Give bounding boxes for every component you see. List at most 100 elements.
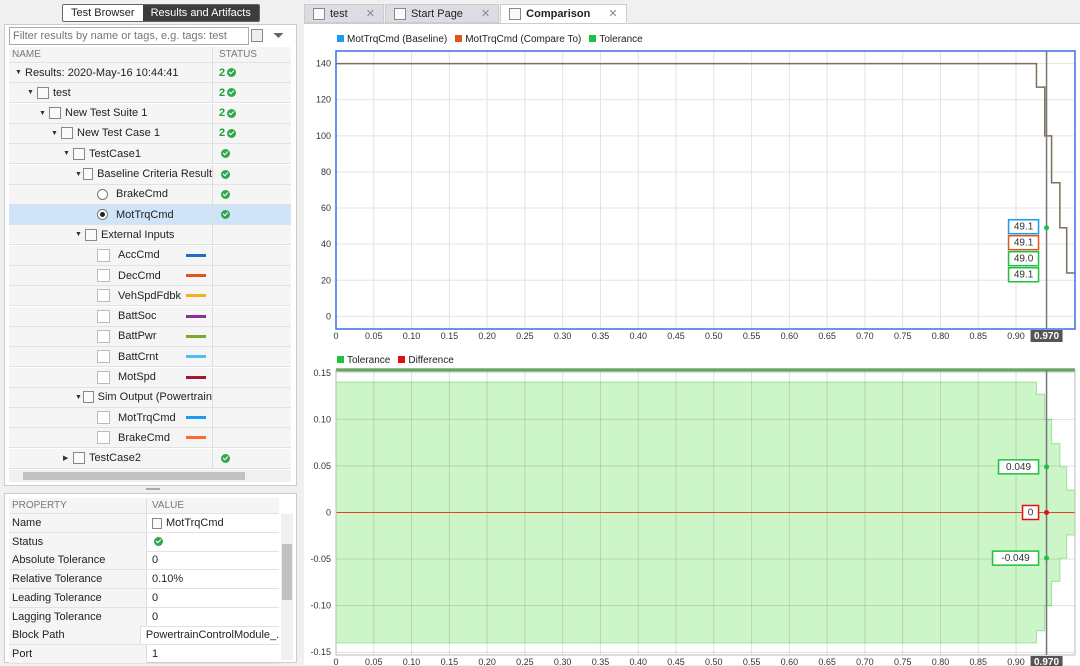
top-plot[interactable]: 0 0.05 0.10 0.15 0.20 0.25 0.30 0.35 0.40 0.45 0.5…	[304, 44, 1080, 349]
caret-down-icon[interactable]: ▼	[75, 394, 83, 401]
property-name: Lagging Tolerance	[9, 607, 147, 626]
properties-header: PROPERTY VALUE	[9, 498, 279, 514]
checkbox[interactable]	[97, 370, 110, 384]
tree-row-status: 2	[213, 67, 237, 79]
property-value[interactable]: 0	[147, 592, 158, 604]
list-view-icon[interactable]	[251, 29, 263, 42]
tree-row-status	[213, 149, 230, 159]
pass-check-icon	[221, 169, 230, 179]
y-tick-label: -0.10	[310, 601, 331, 611]
property-value: PowertrainControlModule_...	[141, 629, 279, 641]
folder-icon	[49, 107, 61, 120]
results-artifacts-tab[interactable]: Results and Artifacts	[142, 5, 259, 21]
scrollbar-thumb[interactable]	[282, 544, 292, 600]
x-tick-label: 0.90	[1007, 331, 1025, 341]
property-value[interactable]: 0	[147, 611, 158, 623]
radio-button[interactable]	[97, 209, 108, 221]
tree-row[interactable]: ▼ Baseline Criteria Result	[9, 164, 291, 185]
tree-row-name: ▼ New Test Case 1	[9, 123, 213, 143]
name-column-header[interactable]: NAME	[9, 47, 213, 62]
close-tab-icon[interactable]: ✕	[608, 7, 617, 20]
tree-row[interactable]: ▼ New Test Case 1 2	[9, 123, 291, 144]
caret-down-icon[interactable]: ▼	[63, 150, 73, 157]
tree-row[interactable]: BattCrnt	[9, 347, 291, 368]
caret-down-icon[interactable]: ▼	[15, 69, 25, 76]
x-tick-label: 0.85	[970, 331, 988, 341]
tree-row[interactable]: AccCmd	[9, 245, 291, 266]
tree-row[interactable]: BrakeCmd	[9, 184, 291, 205]
tree-row-name: BrakeCmd	[9, 428, 213, 448]
tree-row[interactable]: ▼ Sim Output (Powertrain	[9, 387, 291, 408]
vertical-scrollbar[interactable]	[281, 514, 293, 660]
property-value[interactable]: 0.10%	[147, 573, 183, 585]
checkbox[interactable]	[97, 269, 110, 282]
tab-test[interactable]: test ✕	[304, 4, 384, 23]
scrollbar-thumb[interactable]	[23, 472, 245, 480]
signal-color-swatch	[186, 416, 206, 420]
tree-row-label: MotTrqCmd	[118, 411, 176, 424]
pass-check-icon	[221, 189, 230, 199]
test-browser-tab[interactable]: Test Browser	[63, 5, 143, 21]
tree-row[interactable]: ▼ Results: 2020-May-16 10:44:41 2	[9, 63, 291, 83]
tree-row-label: New Test Case 1	[77, 127, 160, 140]
y-tick-label: 140	[316, 59, 331, 69]
status-column-header[interactable]: STATUS	[213, 49, 257, 60]
tree-row[interactable]: ▼ TestCase1	[9, 144, 291, 165]
checkbox[interactable]	[97, 411, 110, 425]
checkbox[interactable]	[97, 248, 110, 262]
caret-down-icon[interactable]: ▼	[27, 89, 37, 96]
tree-row-label: Sim Output (Powertrain	[97, 391, 212, 404]
checkbox[interactable]	[97, 431, 110, 445]
left-panel: Test Browser Results and Artifacts ⏷ NAM…	[0, 0, 302, 665]
tree-row[interactable]: BattSoc	[9, 306, 291, 327]
tab-start-page[interactable]: Start Page ✕	[384, 4, 500, 23]
pass-check-icon	[221, 149, 230, 159]
tree-row[interactable]: ▶ TestCase2	[9, 448, 291, 469]
caret-down-icon[interactable]: ▼	[51, 130, 61, 137]
checkbox[interactable]	[97, 309, 110, 323]
property-value[interactable]: 0	[147, 554, 158, 566]
checkbox[interactable]	[97, 329, 110, 343]
caret-down-icon[interactable]: ▼	[75, 231, 85, 238]
property-name: Block Path	[9, 626, 141, 645]
tree-row-name: BattCrnt	[9, 347, 213, 367]
tree-row[interactable]: MotSpd	[9, 367, 291, 388]
plot-area	[336, 51, 1075, 329]
tree-row[interactable]: DecCmd	[9, 266, 291, 286]
property-row: Lagging Tolerance 0	[9, 607, 279, 627]
caret-down-icon[interactable]: ▼	[75, 171, 83, 178]
bottom-plot[interactable]: 0 0.05 0.10 0.15 0.20 0.25 0.30 0.35 0.40 0.45 0.5…	[304, 365, 1080, 666]
y-tick-label: 40	[321, 239, 331, 249]
close-tab-icon[interactable]: ✕	[366, 7, 375, 20]
tree-row-label: BattSoc	[118, 310, 157, 323]
tree-row[interactable]: MotTrqCmd	[9, 205, 291, 226]
caret-down-icon[interactable]: ▼	[39, 110, 49, 117]
tree-row[interactable]: MotTrqCmd	[9, 408, 291, 429]
horizontal-scrollbar[interactable]	[9, 470, 291, 482]
y-tick-label: 80	[321, 167, 331, 177]
tree-row[interactable]: ▼ External Inputs	[9, 225, 291, 246]
tree-row-label: BrakeCmd	[116, 188, 168, 201]
legend-swatch	[337, 356, 344, 363]
tree-row-label: TestCase2	[89, 452, 141, 465]
caret-right-icon[interactable]: ▶	[63, 454, 73, 462]
panel-splitter[interactable]	[146, 488, 160, 490]
close-tab-icon[interactable]: ✕	[481, 7, 490, 20]
tree-row[interactable]: BattPwr	[9, 326, 291, 347]
tree-row[interactable]: ▼ New Test Suite 1 2	[9, 103, 291, 124]
comparison-view: MotTrqCmd (Baseline) MotTrqCmd (Compare T…	[304, 23, 1080, 666]
tab-comparison[interactable]: Comparison ✕	[500, 4, 627, 23]
radio-button[interactable]	[97, 188, 108, 200]
filter-icon[interactable]: ⏷	[273, 27, 284, 44]
y-tick-label: 0.05	[313, 461, 331, 471]
property-row: Leading Tolerance 0	[9, 588, 279, 608]
y-tick-label: 60	[321, 203, 331, 213]
checkbox[interactable]	[97, 350, 110, 364]
property-row: Block Path PowertrainControlModule_...	[9, 626, 279, 646]
checkbox[interactable]	[97, 289, 110, 303]
tree-row[interactable]: ▼ test 2	[9, 83, 291, 104]
property-value	[147, 537, 163, 547]
tree-row[interactable]: VehSpdFdbk	[9, 286, 291, 307]
tree-row[interactable]: BrakeCmd	[9, 428, 291, 449]
filter-input[interactable]	[9, 27, 249, 45]
